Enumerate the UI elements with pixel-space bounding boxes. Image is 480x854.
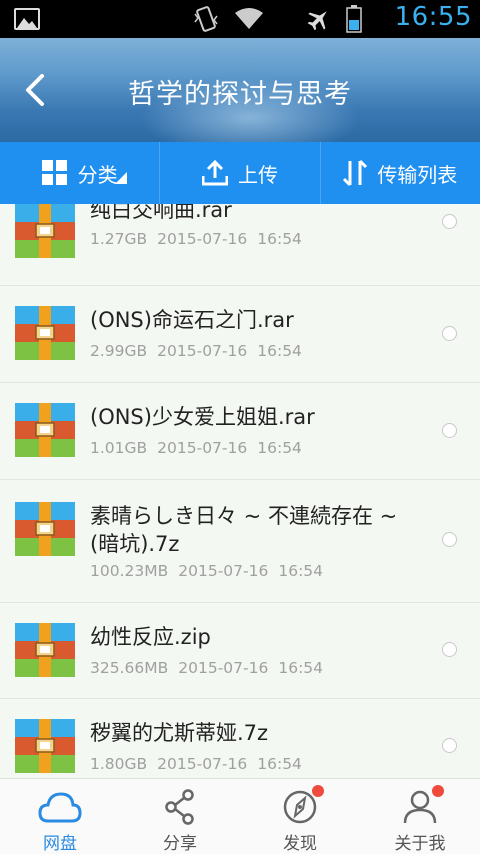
select-radio[interactable] xyxy=(442,326,457,341)
file-size: 1.01GB xyxy=(90,439,148,457)
nav-label-share: 分享 xyxy=(163,834,197,854)
file-meta: 1.27GB 2015-07-16 16:54 xyxy=(90,230,302,248)
archive-icon xyxy=(15,403,75,457)
file-name: 素晴らしき日々 ~ 不連続存在 ~ (暗坑).7z xyxy=(90,504,398,556)
file-size: 1.80GB xyxy=(90,755,148,773)
file-date: 2015-07-16 xyxy=(178,562,269,580)
file-time: 16:54 xyxy=(257,342,302,360)
file-name: 秽翼的尤斯蒂娅.7z xyxy=(90,721,269,745)
battery-icon xyxy=(346,5,362,33)
nav-item-netdisk[interactable]: 网盘 xyxy=(0,779,120,854)
file-date: 2015-07-16 xyxy=(178,659,269,677)
upload-button[interactable]: 上传 xyxy=(159,142,319,204)
category-label: 分类 xyxy=(77,162,118,187)
file-size: 2.99GB xyxy=(90,342,148,360)
file-meta: 325.66MB 2015-07-16 16:54 xyxy=(90,659,323,677)
status-icons xyxy=(192,5,362,33)
vibrate-icon xyxy=(194,6,218,32)
file-meta: 100.23MB 2015-07-16 16:54 xyxy=(90,562,323,580)
header: 哲学的探讨与思考 xyxy=(0,38,480,142)
file-row[interactable]: 素晴らしき日々 ~ 不連続存在 ~ (暗坑).7z 100.23MB 2015-07… xyxy=(0,480,480,603)
file-meta: 1.01GB 2015-07-16 16:54 xyxy=(90,439,302,457)
file-name: (ONS)少女爱上姐姐.rar xyxy=(90,405,315,429)
file-date: 2015-07-16 xyxy=(157,439,248,457)
transfer-list-button[interactable]: 传输列表 xyxy=(319,142,480,204)
file-time: 16:54 xyxy=(278,562,324,580)
clock: 16:55 xyxy=(394,2,472,32)
file-date: 2015-07-16 xyxy=(157,342,248,360)
archive-icon xyxy=(15,306,75,360)
status-bar: 16:55 xyxy=(0,0,480,38)
select-radio[interactable] xyxy=(442,642,457,657)
user-icon xyxy=(403,790,437,824)
file-name: (ONS)命运石之门.rar xyxy=(90,308,294,332)
share-icon xyxy=(165,789,194,825)
file-time: 16:54 xyxy=(257,755,302,773)
transfer-list-label: 传输列表 xyxy=(377,162,458,187)
notification-badge xyxy=(432,785,444,797)
archive-icon xyxy=(15,623,75,677)
nav-item-about-me[interactable]: 关于我 xyxy=(360,779,480,854)
nav-item-discover[interactable]: 发现 xyxy=(240,779,360,854)
file-size: 100.23MB xyxy=(90,562,169,580)
upload-icon xyxy=(201,160,228,186)
file-time: 16:54 xyxy=(278,659,324,677)
archive-icon xyxy=(15,204,75,258)
file-row[interactable]: 秽翼的尤斯蒂娅.7z 1.80GB 2015-07-16 16:54 xyxy=(0,699,480,778)
bottom-navigation: 网盘 分享 发现 关于我 xyxy=(0,778,480,854)
archive-icon xyxy=(15,719,75,773)
file-row[interactable]: (ONS)少女爱上姐姐.rar 1.01GB 2015-07-16 16:54 xyxy=(0,383,480,480)
file-list: 纯白交响曲.rar 1.27GB 2015-07-16 16:54 (ONS)命运石之… xyxy=(0,204,480,778)
notification-badge xyxy=(312,785,324,797)
toolbar: 分类 上传 传输列表 xyxy=(0,142,480,204)
page-title: 哲学的探讨与思考 xyxy=(128,79,352,110)
file-date: 2015-07-16 xyxy=(157,755,248,773)
grid-icon xyxy=(41,160,67,185)
file-time: 16:54 xyxy=(257,439,302,457)
file-meta: 2.99GB 2015-07-16 16:54 xyxy=(90,342,302,360)
wifi-icon xyxy=(235,8,263,29)
file-time: 16:54 xyxy=(257,230,302,248)
nav-label-discover: 发现 xyxy=(283,834,317,854)
select-radio[interactable] xyxy=(442,738,457,753)
file-name: 纯白交响曲.rar xyxy=(90,204,232,222)
file-size: 1.27GB xyxy=(90,230,148,248)
file-name: 幼性反应.zip xyxy=(90,625,211,649)
airplane-mode-icon xyxy=(307,11,327,31)
nav-label-about-me: 关于我 xyxy=(394,834,446,854)
dropdown-caret-icon xyxy=(115,172,128,184)
gallery-icon xyxy=(14,8,40,30)
select-radio[interactable] xyxy=(442,214,457,229)
transfer-arrows-icon xyxy=(343,159,368,187)
category-button[interactable]: 分类 xyxy=(0,142,159,204)
nav-item-share[interactable]: 分享 xyxy=(120,779,240,854)
file-date: 2015-07-16 xyxy=(157,230,248,248)
file-row[interactable]: (ONS)命运石之门.rar 2.99GB 2015-07-16 16:54 xyxy=(0,286,480,383)
file-size: 325.66MB xyxy=(90,659,169,677)
file-row[interactable]: 幼性反应.zip 325.66MB 2015-07-16 16:54 xyxy=(0,603,480,699)
archive-icon xyxy=(15,502,75,556)
cloud-icon xyxy=(38,792,82,823)
select-radio[interactable] xyxy=(442,423,457,438)
nav-label-netdisk: 网盘 xyxy=(43,834,77,854)
select-radio[interactable] xyxy=(442,532,457,547)
file-meta: 1.80GB 2015-07-16 16:54 xyxy=(90,755,302,773)
file-row[interactable]: 纯白交响曲.rar 1.27GB 2015-07-16 16:54 xyxy=(0,204,480,286)
upload-label: 上传 xyxy=(237,162,278,187)
